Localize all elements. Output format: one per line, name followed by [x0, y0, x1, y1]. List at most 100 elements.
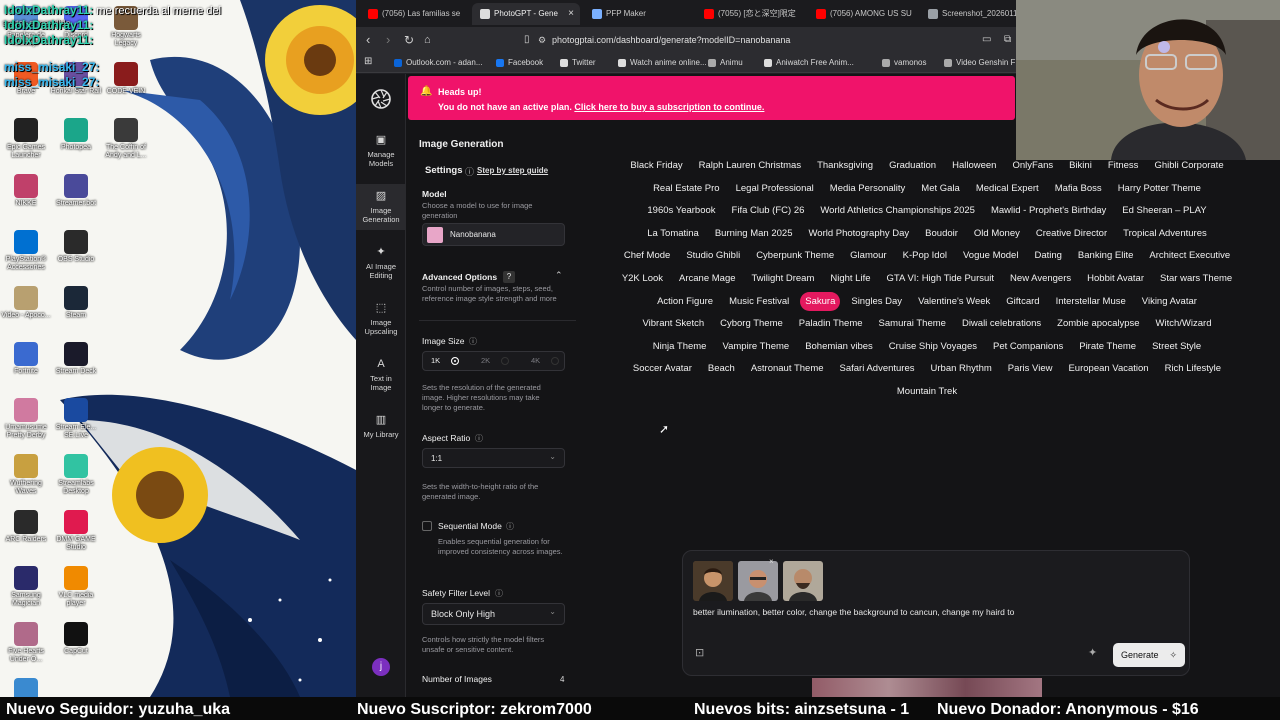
bookmark-item[interactable]: Facebook [496, 56, 543, 70]
browser-tab[interactable]: (7056) Las familias se [360, 3, 468, 25]
theme-tag[interactable]: Music Festival [724, 292, 794, 311]
theme-tag[interactable]: Rich Lifestyle [1160, 359, 1227, 378]
image-size-option[interactable]: 1K [423, 352, 473, 370]
theme-tag[interactable]: Fifa Club (FC) 26 [727, 201, 810, 220]
share-icon[interactable]: ⧉ [1004, 31, 1011, 49]
photogpt-logo[interactable] [356, 88, 406, 110]
sidenav-item[interactable]: ✦ AI Image Editing [356, 240, 406, 286]
theme-tag[interactable]: Vogue Model [958, 246, 1023, 265]
bookmark-item[interactable]: vamonos [882, 56, 926, 70]
theme-tag[interactable]: Cyberpunk Theme [751, 246, 839, 265]
bookmark-item[interactable]: Twitter [560, 56, 596, 70]
desktop-icon[interactable]: Streamlabs Desktop [50, 454, 102, 496]
image-size-option[interactable]: 4K [523, 352, 573, 370]
theme-tag[interactable]: Chef Mode [619, 246, 675, 265]
theme-tag[interactable]: Diwali celebrations [957, 314, 1046, 333]
image-size-option[interactable]: 2K [473, 352, 523, 370]
forward-icon[interactable]: › [386, 31, 390, 49]
theme-tag[interactable]: World Athletics Championships 2025 [815, 201, 980, 220]
theme-tag[interactable]: Samurai Theme [874, 314, 951, 333]
theme-tag[interactable]: Old Money [969, 224, 1025, 243]
cast-icon[interactable]: ▭ [982, 31, 991, 49]
desktop-icon[interactable]: Five Hearts Under O... [0, 622, 52, 664]
theme-tag[interactable]: Witch/Wizard [1151, 314, 1217, 333]
browser-tab[interactable]: (7055) [恋と深空]限定 [696, 3, 804, 25]
theme-tag[interactable]: Vibrant Sketch [638, 314, 710, 333]
magic-wand-icon[interactable]: ✦ [1088, 646, 1097, 659]
bookmark-item[interactable]: Video Genshin F [944, 56, 1015, 70]
theme-tag[interactable]: Paris View [1003, 359, 1058, 378]
theme-tag[interactable]: La Tomatina [642, 224, 704, 243]
theme-tag[interactable]: Twilight Dream [747, 269, 820, 288]
back-icon[interactable]: ‹ [366, 31, 370, 49]
theme-tag[interactable]: Cruise Ship Voyages [884, 337, 982, 356]
desktop-icon[interactable]: Epic Games Launcher [0, 118, 52, 160]
aspect-ratio-select[interactable]: 1:1 ⌄ [422, 448, 565, 468]
reload-icon[interactable]: ↻ [404, 31, 414, 49]
theme-tag[interactable]: Harry Potter Theme [1113, 179, 1206, 198]
desktop-icon[interactable]: Photopea [50, 118, 102, 152]
theme-tag[interactable]: Dating [1029, 246, 1066, 265]
theme-tag[interactable]: Astronaut Theme [746, 359, 829, 378]
desktop-icon[interactable]: PlayStation® Accessories [0, 230, 52, 272]
theme-tag[interactable]: Beach [703, 359, 740, 378]
sidenav-item[interactable]: ▥ My Library [356, 408, 406, 445]
desktop-icon[interactable]: DMM GAME Studio [50, 510, 102, 552]
apps-icon[interactable]: ⊞ [364, 55, 372, 69]
bookmark-item[interactable]: Outlook.com - adan... [394, 56, 482, 70]
user-avatar[interactable]: j [372, 658, 390, 676]
desktop-icon[interactable]: OBS Studio [50, 230, 102, 264]
desktop-icon[interactable]: Samsung Magician [0, 566, 52, 608]
desktop-icon[interactable]: Streamer.bot [50, 174, 102, 208]
theme-tag[interactable]: Cyborg Theme [715, 314, 788, 333]
sequential-mode-checkbox[interactable] [422, 521, 432, 531]
theme-tag[interactable]: Bohemian vibes [800, 337, 878, 356]
theme-tag[interactable]: Thanksgiving [812, 156, 878, 175]
home-icon[interactable]: ⌂ [424, 31, 431, 49]
desktop-icon[interactable]: Video - Apoco... [0, 286, 52, 320]
theme-tag[interactable]: Ninja Theme [648, 337, 712, 356]
desktop-icon[interactable]: Comproba... de estado ... [0, 678, 52, 697]
theme-tag[interactable]: Star wars Theme [1155, 269, 1237, 288]
theme-tag[interactable]: Media Personality [825, 179, 911, 198]
theme-tag[interactable]: Y2K Look [617, 269, 668, 288]
sidenav-item[interactable]: A Text in Image [356, 352, 406, 398]
theme-tag[interactable]: Legal Professional [731, 179, 819, 198]
theme-tag[interactable]: Zombie apocalypse [1052, 314, 1144, 333]
browser-tab[interactable]: Screenshot_2026011 [920, 3, 1028, 25]
theme-tag[interactable]: Arcane Mage [674, 269, 741, 288]
buy-subscription-link[interactable]: Click here to buy a subscription to cont… [574, 102, 764, 112]
theme-tag[interactable]: Viking Avatar [1137, 292, 1202, 311]
desktop-icon[interactable]: NIKKE [0, 174, 52, 208]
theme-tag[interactable]: Mountain Trek [892, 382, 962, 401]
theme-tag[interactable]: World Photography Day [803, 224, 914, 243]
theme-tag[interactable]: Night Life [825, 269, 875, 288]
reference-image-2[interactable] [738, 561, 778, 601]
theme-tag[interactable]: Architect Executive [1144, 246, 1235, 265]
desktop-icon[interactable]: Steam [50, 286, 102, 320]
theme-tag[interactable]: Action Figure [652, 292, 718, 311]
generate-button[interactable]: Generate ✧ [1113, 643, 1185, 667]
theme-tag[interactable]: Street Style [1147, 337, 1206, 356]
theme-tag[interactable]: Black Friday [625, 156, 687, 175]
theme-tag[interactable]: Soccer Avatar [628, 359, 697, 378]
browser-tab[interactable]: PFP Maker [584, 3, 692, 25]
theme-tag[interactable]: Hobbit Avatar [1082, 269, 1149, 288]
desktop-icon[interactable]: CODE VEIN [100, 62, 152, 96]
theme-tag[interactable]: Tropical Adventures [1118, 224, 1212, 243]
url-text[interactable]: photogptai.com/dashboard/generate?modelI… [552, 32, 790, 48]
theme-tag[interactable]: Ralph Lauren Christmas [694, 156, 806, 175]
theme-tag[interactable]: Pirate Theme [1074, 337, 1141, 356]
theme-tag[interactable]: 1960s Yearbook [642, 201, 720, 220]
collapse-chevron-icon[interactable]: ⌃ [555, 270, 563, 281]
theme-tag[interactable]: Singles Day [846, 292, 907, 311]
theme-tag[interactable]: Safari Adventures [835, 359, 920, 378]
theme-tag[interactable]: Ed Sheeran – PLAY [1117, 201, 1211, 220]
theme-tag[interactable]: European Vacation [1063, 359, 1153, 378]
theme-tag[interactable]: Vampire Theme [717, 337, 794, 356]
step-by-step-guide-link[interactable]: Step by step guide [477, 166, 548, 175]
desktop-icon[interactable]: CapCut [50, 622, 102, 656]
theme-tag[interactable]: Paladin Theme [794, 314, 868, 333]
add-image-icon[interactable]: ⊡ [695, 646, 704, 659]
bookmark-item[interactable]: Watch anime online... [618, 56, 707, 70]
